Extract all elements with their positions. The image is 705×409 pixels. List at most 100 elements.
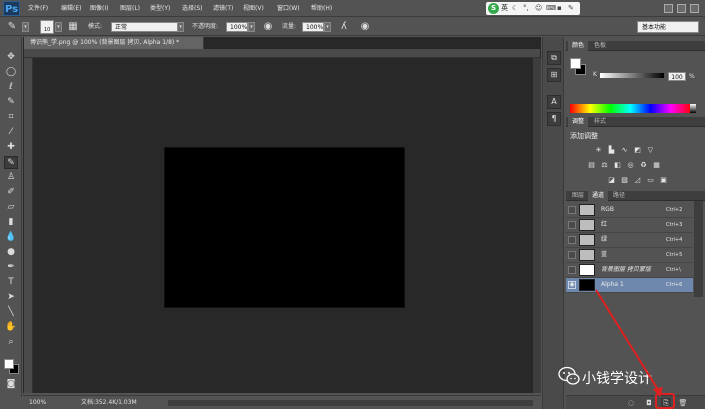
black-white-icon[interactable]: ◧ bbox=[613, 161, 622, 170]
bw-ramp[interactable] bbox=[690, 104, 696, 113]
hand-tool-icon[interactable]: ✋ bbox=[4, 321, 18, 334]
paragraph-panel-icon[interactable]: ¶ bbox=[547, 112, 561, 126]
channel-mixer-icon[interactable]: ♻ bbox=[639, 161, 648, 170]
healing-brush-tool-icon[interactable]: ✚ bbox=[4, 141, 18, 154]
mode-select[interactable]: 正常 bbox=[111, 22, 183, 32]
save-selection-icon[interactable]: ◘ bbox=[644, 398, 654, 408]
history-brush-tool-icon[interactable]: ✐ bbox=[4, 186, 18, 199]
brush-preset-dropdown[interactable]: ▾ bbox=[22, 22, 29, 32]
channel-row-green[interactable]: 绿 Ctrl+4 bbox=[566, 233, 693, 248]
pen-tool-icon[interactable]: ✒ bbox=[4, 261, 18, 274]
quick-mask-icon[interactable]: ◙ bbox=[4, 378, 18, 391]
document-tab[interactable]: 博识熊_学.png @ 100% (背景图层 拷贝, Alpha 1/8) * bbox=[24, 37, 204, 49]
clone-stamp-tool-icon[interactable]: ♙ bbox=[4, 171, 18, 184]
foreground-color-swatch[interactable] bbox=[4, 359, 14, 369]
tab-layers[interactable]: 图层 bbox=[568, 191, 588, 201]
menu-select[interactable]: 选择(S) bbox=[182, 3, 203, 14]
tab-paths[interactable]: 路径 bbox=[609, 191, 629, 201]
color-balance-icon[interactable]: ⚖ bbox=[600, 161, 609, 170]
menu-view[interactable]: 视图(V) bbox=[243, 3, 264, 14]
new-channel-icon[interactable]: ⎘ bbox=[661, 398, 671, 408]
menu-type[interactable]: 类型(Y) bbox=[150, 3, 170, 14]
channel-row-alpha1[interactable]: ◉ Alpha 1 Ctrl+6 bbox=[566, 278, 693, 293]
zoom-level[interactable]: 100% bbox=[29, 398, 46, 408]
curves-icon[interactable]: ∿ bbox=[620, 146, 629, 155]
menu-layer[interactable]: 图层(L) bbox=[120, 3, 140, 14]
zoom-tool-icon[interactable]: ⌕ bbox=[4, 336, 18, 349]
threshold-icon[interactable]: ◿ bbox=[633, 176, 642, 185]
brush-size-dropdown[interactable]: ▾ bbox=[55, 22, 62, 32]
menu-file[interactable]: 文件(F) bbox=[28, 3, 48, 14]
vibrance-icon[interactable]: ▽ bbox=[646, 146, 655, 155]
channel-row-blue[interactable]: 蓝 Ctrl+5 bbox=[566, 248, 693, 263]
airbrush-icon[interactable]: ʎ bbox=[337, 20, 351, 34]
panel-foreground-color[interactable] bbox=[570, 58, 581, 69]
brush-preset-icon[interactable]: ✎ bbox=[5, 20, 19, 34]
channel-row-red[interactable]: 红 Ctrl+3 bbox=[566, 218, 693, 233]
k-slider[interactable] bbox=[600, 73, 664, 78]
color-lookup-icon[interactable]: ▦ bbox=[652, 161, 661, 170]
mode-dropdown-arrow[interactable]: ▾ bbox=[177, 22, 184, 32]
photo-filter-icon[interactable]: ◎ bbox=[626, 161, 635, 170]
keyboard-icon[interactable]: ⌨ bbox=[546, 3, 556, 14]
move-tool-icon[interactable]: ✥ bbox=[4, 51, 18, 64]
menu-filter[interactable]: 滤镜(T) bbox=[213, 3, 233, 14]
document-image[interactable] bbox=[164, 147, 405, 308]
visibility-toggle[interactable] bbox=[568, 221, 576, 229]
brush-size-picker[interactable]: 10 bbox=[40, 20, 54, 34]
opacity-field[interactable]: 100% bbox=[226, 22, 248, 32]
tab-color[interactable]: 颜色 bbox=[568, 41, 589, 51]
pressure-size-icon[interactable]: ◉ bbox=[358, 20, 372, 34]
pressure-opacity-icon[interactable]: ◉ bbox=[261, 20, 275, 34]
punctuation-icon[interactable]: °, bbox=[523, 3, 529, 14]
blur-tool-icon[interactable]: 💧 bbox=[4, 231, 18, 244]
tab-channels[interactable]: 通道 bbox=[588, 191, 609, 201]
ime-language[interactable]: 英 bbox=[501, 3, 508, 14]
eraser-tool-icon[interactable]: ▱ bbox=[4, 201, 18, 214]
flow-dropdown[interactable]: ▾ bbox=[324, 22, 331, 32]
channel-row-rgb[interactable]: RGB Ctrl+2 bbox=[566, 203, 693, 218]
exposure-icon[interactable]: ◩ bbox=[633, 146, 642, 155]
settings-wrench-icon[interactable]: ✎ bbox=[568, 3, 574, 14]
selective-color-icon[interactable]: ▣ bbox=[659, 176, 668, 185]
gradient-map-icon[interactable]: ▭ bbox=[646, 176, 655, 185]
visibility-toggle[interactable] bbox=[568, 251, 576, 259]
line-tool-icon[interactable]: ╲ bbox=[4, 306, 18, 319]
document-info[interactable]: 文档:352.4K/1.03M bbox=[81, 398, 137, 408]
moon-icon[interactable]: ☾ bbox=[512, 3, 518, 14]
hue-saturation-icon[interactable]: ▤ bbox=[587, 161, 596, 170]
tab-adjustments[interactable]: 调整 bbox=[568, 117, 589, 127]
channels-scrollbar[interactable] bbox=[694, 201, 703, 297]
skin-icon[interactable]: ▪ bbox=[557, 3, 562, 14]
properties-panel-icon[interactable]: ⊞ bbox=[547, 68, 561, 82]
character-panel-icon[interactable]: A bbox=[547, 95, 561, 109]
flow-field[interactable]: 100% bbox=[302, 22, 324, 32]
visibility-toggle[interactable] bbox=[568, 236, 576, 244]
close-button[interactable] bbox=[690, 4, 699, 13]
minimize-button[interactable] bbox=[664, 4, 673, 13]
channel-row-mask[interactable]: 背景图层 拷贝蒙版 Ctrl+\ bbox=[566, 263, 693, 278]
load-selection-icon[interactable]: ◌ bbox=[626, 398, 636, 408]
type-tool-icon[interactable]: T bbox=[4, 276, 18, 289]
path-select-tool-icon[interactable]: ➤ bbox=[4, 291, 18, 304]
crop-tool-icon[interactable]: ⌗ bbox=[4, 111, 18, 124]
eyedropper-tool-icon[interactable]: ⁄ bbox=[4, 126, 18, 139]
levels-icon[interactable]: ▙ bbox=[607, 146, 616, 155]
delete-channel-icon[interactable]: 🗑 bbox=[678, 398, 688, 408]
ime-toolbar[interactable]: S 英 ☾ °, ☺ ⌨ ▪ ✎ bbox=[486, 2, 580, 15]
marquee-tool-icon[interactable]: ◯ bbox=[4, 66, 18, 79]
emoji-icon[interactable]: ☺ bbox=[535, 3, 542, 14]
visibility-toggle[interactable] bbox=[568, 206, 576, 214]
opacity-dropdown[interactable]: ▾ bbox=[248, 22, 255, 32]
menu-image[interactable]: 图像(I) bbox=[90, 3, 108, 14]
vertical-scrollbar[interactable] bbox=[533, 58, 541, 393]
horizontal-scrollbar[interactable] bbox=[168, 400, 533, 406]
workspace-switcher[interactable]: 基本功能 bbox=[637, 21, 699, 33]
gradient-tool-icon[interactable]: ▮ bbox=[4, 216, 18, 229]
tab-styles[interactable]: 样式 bbox=[590, 117, 610, 127]
menu-edit[interactable]: 编辑(E) bbox=[61, 3, 81, 14]
visibility-toggle[interactable] bbox=[568, 266, 576, 274]
menu-window[interactable]: 窗口(W) bbox=[277, 3, 300, 14]
k-value-field[interactable]: 100 bbox=[668, 72, 686, 81]
invert-icon[interactable]: ◪ bbox=[607, 176, 616, 185]
